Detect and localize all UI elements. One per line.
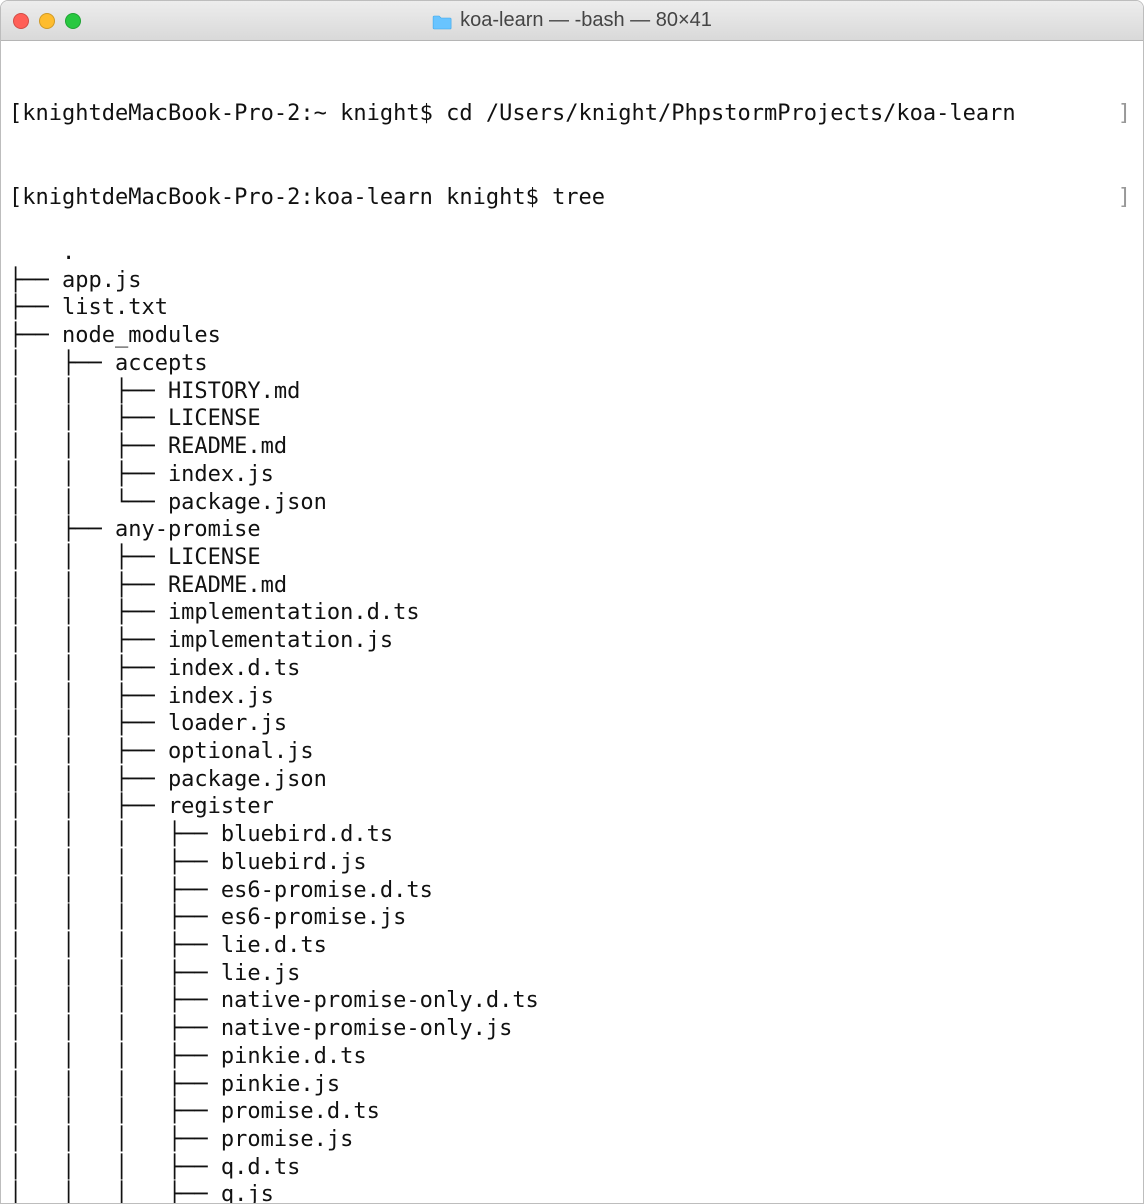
titlebar[interactable]: koa-learn — -bash — 80×41 — [1, 1, 1143, 41]
traffic-lights — [13, 13, 81, 29]
terminal-window: koa-learn — -bash — 80×41 [knightdeMacBo… — [0, 0, 1144, 1204]
bracket-right: ] — [1118, 184, 1131, 212]
prompt-host: knightdeMacBook-Pro-2:koa-learn knight$ — [22, 185, 552, 210]
bracket-left: [ — [9, 101, 22, 126]
window-title-text: koa-learn — -bash — 80×41 — [460, 9, 712, 32]
window-title: koa-learn — -bash — 80×41 — [432, 9, 712, 32]
minimize-icon[interactable] — [39, 13, 55, 29]
folder-icon — [432, 13, 452, 29]
bracket-left: [ — [9, 185, 22, 210]
command-text: cd /Users/knight/PhpstormProjects/koa-le… — [446, 101, 1016, 126]
zoom-icon[interactable] — [65, 13, 81, 29]
bracket-right: ] — [1118, 100, 1131, 128]
close-icon[interactable] — [13, 13, 29, 29]
prompt-line-2: [knightdeMacBook-Pro-2:koa-learn knight$… — [9, 184, 1123, 212]
terminal-body[interactable]: [knightdeMacBook-Pro-2:~ knight$ cd /Use… — [1, 41, 1143, 1203]
command-text: tree — [552, 185, 605, 210]
prompt-line-1: [knightdeMacBook-Pro-2:~ knight$ cd /Use… — [9, 100, 1123, 128]
prompt-host: knightdeMacBook-Pro-2:~ knight$ — [22, 101, 446, 126]
tree-output: . ├── app.js ├── list.txt ├── node_modul… — [9, 240, 539, 1203]
